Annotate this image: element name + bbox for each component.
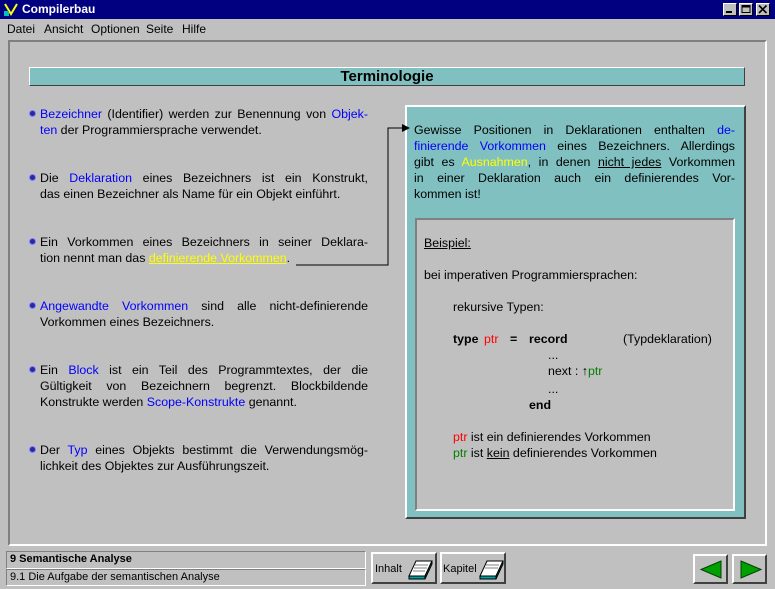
book-icon	[479, 560, 504, 580]
menu-ansicht[interactable]: Ansicht	[44, 22, 83, 36]
identifier-ptr: ptr	[484, 332, 499, 346]
example-note: ptr ist kein definierendes Vorkommen	[453, 446, 657, 460]
link-definierende-vorkommen[interactable]: definierende Vorkommen	[149, 251, 287, 265]
ellipsis: ...	[548, 348, 559, 362]
paragraph-typ: Der Typ eines Objekts bestimmt die Verwe…	[40, 443, 368, 473]
page-title: Terminologie	[340, 68, 434, 85]
field-next: next : ↑ptr	[548, 364, 603, 378]
close-icon	[758, 4, 768, 14]
connector-arrow-icon	[296, 124, 410, 266]
arrow-right-icon	[740, 560, 763, 579]
term-typ[interactable]: Typ	[68, 443, 88, 457]
term-objekten[interactable]: ten	[40, 123, 57, 137]
term-definierende-vorkommen[interactable]: finierende Vorkommen	[414, 139, 546, 153]
app-icon[interactable]	[3, 2, 19, 17]
title-bar	[0, 0, 775, 19]
chapter-label: 9 Semantische Analyse	[10, 553, 132, 565]
maximize-button[interactable]	[739, 3, 753, 16]
term-scope-konstrukte[interactable]: Scope-Konstrukte	[147, 395, 246, 409]
close-button[interactable]	[756, 3, 770, 16]
link-ausnahmen[interactable]: Ausnahmen	[462, 155, 528, 169]
arrow-left-icon	[699, 560, 722, 579]
menu-hilfe[interactable]: Hilfe	[182, 22, 206, 36]
bullet-icon	[29, 174, 36, 181]
example-line: rekursive Typen:	[453, 300, 544, 314]
example-heading: Beispiel:	[424, 236, 471, 250]
term-bezeichner[interactable]: Bezeichner	[40, 107, 102, 121]
keyword-end: end	[529, 398, 552, 412]
info-text: Gewisse Positionen in Deklarationen enth…	[414, 123, 735, 201]
bullet-icon	[29, 302, 36, 309]
keyword-record: record	[529, 332, 568, 346]
equals-sign: =	[510, 332, 518, 346]
kapitel-label: Kapitel	[443, 563, 477, 575]
bullet-icon	[29, 110, 36, 117]
bullet-icon	[29, 366, 36, 373]
minimize-icon	[726, 11, 732, 13]
previous-page-button[interactable]	[693, 554, 728, 584]
books-icon	[408, 560, 433, 580]
example-line: bei imperativen Programmiersprachen:	[424, 268, 638, 282]
bullet-icon	[29, 446, 36, 453]
ellipsis: ...	[548, 382, 559, 396]
paragraph-block: Ein Block ist ein Teil des Programmtexte…	[40, 363, 368, 409]
term-angewandte-vorkommen[interactable]: Angewandte Vorkommen	[40, 299, 188, 313]
minimize-button[interactable]	[723, 3, 737, 16]
inhalt-button[interactable]: Inhalt	[371, 552, 437, 584]
example-note: ptr ist ein definierendes Vorkommen	[453, 430, 651, 444]
keyword-type: type	[453, 332, 479, 346]
kapitel-button[interactable]: Kapitel	[440, 552, 506, 584]
term-deklaration[interactable]: Deklaration	[69, 171, 132, 185]
window-title: Compilerbau	[22, 2, 96, 16]
inhalt-label: Inhalt	[375, 563, 402, 575]
term-block[interactable]: Block	[68, 363, 98, 377]
next-page-button[interactable]	[732, 554, 767, 584]
section-label: 9.1 Die Aufgabe der semantischen Analyse	[10, 571, 220, 583]
menu-datei[interactable]: Datei	[7, 22, 35, 36]
paragraph-angewandt: Angewandte Vorkommen sind alle nicht-def…	[40, 299, 368, 329]
bullet-icon	[29, 238, 36, 245]
menu-seite[interactable]: Seite	[146, 22, 173, 36]
menu-optionen[interactable]: Optionen	[91, 22, 140, 36]
maximize-icon	[741, 5, 751, 13]
comment-typdeklaration: (Typdeklaration)	[623, 332, 712, 346]
